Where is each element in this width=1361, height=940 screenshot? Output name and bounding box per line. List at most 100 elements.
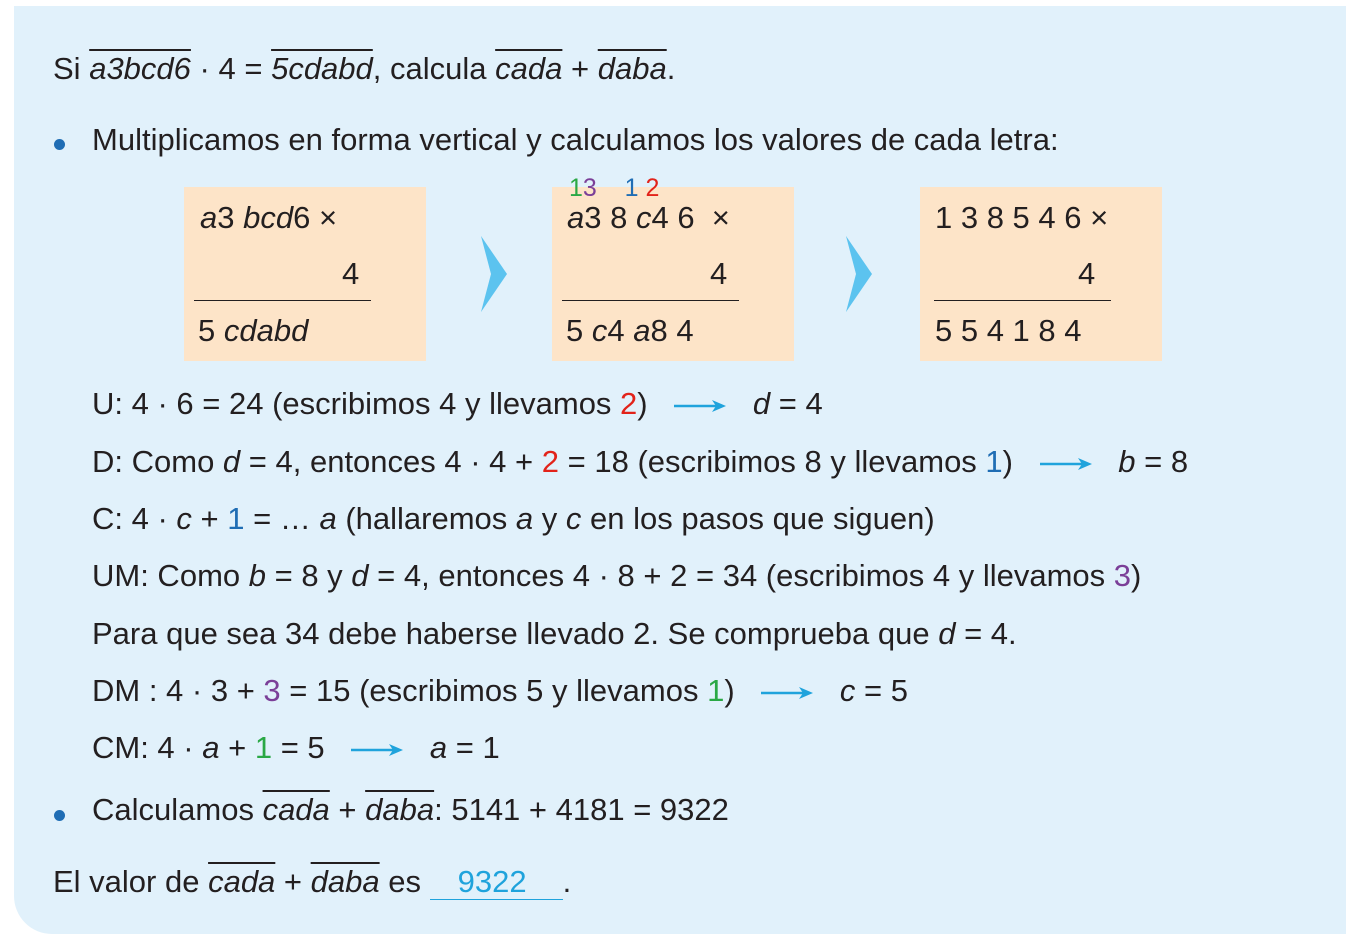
result-value: = 4 (770, 386, 823, 421)
box1-top-row: a3 bcd6 × (200, 200, 338, 235)
bullet2-label: Calculamos (92, 792, 263, 827)
result-var: d (752, 386, 771, 421)
carry-in: 1 (227, 501, 245, 536)
box2-multiplier: 4 (710, 256, 728, 291)
period: . (562, 864, 572, 899)
step-text: CM: 4 · (92, 730, 203, 765)
var: d (351, 558, 369, 593)
var: b (248, 558, 266, 593)
bullet-dot (54, 810, 65, 821)
carry-value: 2 (620, 386, 638, 421)
bullet-dot (54, 139, 65, 150)
var: c (565, 501, 582, 536)
box1-rule (194, 300, 371, 301)
step-text: en los pasos que siguen) (581, 501, 935, 536)
step-text: UM: Como (92, 558, 249, 593)
box2-rule (562, 300, 739, 301)
box2-carries: 13 1 2 (569, 175, 659, 201)
bullet-2-text: Calculamos cada + daba: 5141 + 4181 = 93… (92, 791, 729, 829)
step-text: = 5 (272, 730, 325, 765)
paren: ) (1002, 444, 1013, 479)
step-text: U: 4 · 6 = 24 (escribimos 4 y llevamos (92, 386, 621, 421)
result-var: b (1118, 444, 1136, 479)
term-cada: cada (208, 864, 276, 899)
box3-rule (934, 300, 1111, 301)
step-check: Para que sea 34 debe haberse llevado 2. … (92, 615, 1017, 653)
es-text: es (379, 864, 430, 899)
carry-in: 3 (263, 673, 281, 708)
chevron-right-icon (846, 236, 872, 312)
term-cada: cada (262, 792, 330, 827)
step-thousands: UM: Como b = 8 y d = 4, entonces 4 · 8 +… (92, 557, 1141, 595)
var: a (515, 501, 534, 536)
arrow-right-icon (1039, 457, 1092, 470)
carry-out: 1 (985, 444, 1003, 479)
box2-result-row: 5 c4 a8 4 (566, 313, 694, 348)
step-text: + (219, 730, 255, 765)
step-text: = 4. (955, 616, 1017, 651)
rhs-number: 5cdabd (271, 51, 373, 86)
arrow-right-icon (351, 743, 404, 756)
box3-top-row: 1 3 8 5 4 6 × (935, 200, 1109, 235)
var: a (319, 501, 337, 536)
step-text: Para que sea 34 debe haberse llevado 2. … (92, 616, 939, 651)
step-text: D: Como (92, 444, 223, 479)
result-var: c (839, 673, 856, 708)
term-daba: daba (310, 864, 380, 899)
calcula-text: , calcula (372, 51, 487, 86)
plus-sign: + (275, 864, 311, 899)
box3-multiplier: 4 (1078, 256, 1096, 291)
carry-out: 3 (1113, 558, 1132, 593)
step-hundred-thousands: CM: 4 · a + 1 = 5 a = 1 (92, 729, 500, 767)
step-text: y (533, 501, 566, 536)
term-daba: daba (597, 51, 667, 86)
problem-statement: Si a3bcd6 · 4 = 5cdabd, calcula cada + d… (53, 50, 675, 88)
carry-green: 1 (569, 174, 583, 202)
plus-sign: + (571, 51, 590, 86)
carry-blue: 1 (624, 174, 639, 202)
var: a (202, 730, 220, 765)
lhs-number: a3bcd6 (89, 51, 191, 86)
box1-result-row: 5 cdabd (198, 313, 309, 348)
carry-red: 2 (645, 174, 660, 202)
var: d (938, 616, 956, 651)
term-daba: daba (365, 792, 435, 827)
box3-result-row: 5 5 4 1 8 4 (935, 313, 1082, 348)
step-text: = 15 (escribimos 5 y llevamos (280, 673, 708, 708)
paren: ) (1131, 558, 1142, 593)
var: d (222, 444, 241, 479)
conclusion-label: El valor de (53, 864, 209, 899)
bullet-1-text: Multiplicamos en forma vertical y calcul… (92, 122, 1059, 157)
result-value: = 5 (855, 673, 908, 708)
period: . (666, 51, 676, 86)
step-tens: D: Como d = 4, entonces 4 · 4 + 2 = 18 (… (92, 443, 1188, 481)
step-text: = … (244, 501, 320, 536)
chevron-right-icon (481, 236, 507, 312)
problem-si: Si (53, 51, 81, 86)
result-var: a (429, 730, 448, 765)
step-text: = 8 y (266, 558, 352, 593)
result-value: = 1 (447, 730, 500, 765)
box2-top-row: a3 8 c4 6 × (567, 200, 730, 235)
step-text: DM : 4 · 3 + (92, 673, 264, 708)
carry-in: 2 (541, 444, 560, 479)
step-hundreds: C: 4 · c + 1 = … a (hallaremos a y c en … (92, 500, 935, 538)
term-cada: cada (495, 51, 563, 86)
step-text: = 4, entonces 4 · 4 + (240, 444, 542, 479)
box1-multiplier: 4 (342, 256, 360, 291)
plus-sign: + (329, 792, 366, 827)
paren: ) (637, 386, 648, 421)
step-text: = 18 (escribimos 8 y llevamos (559, 444, 986, 479)
var: c (176, 501, 192, 536)
carry-purple: 3 (582, 174, 597, 202)
carry-out: 1 (707, 673, 725, 708)
step-text: C: 4 · (92, 501, 177, 536)
times-four: · 4 = (199, 51, 263, 86)
step-text: + (191, 501, 228, 536)
step-units: U: 4 · 6 = 24 (escribimos 4 y llevamos 2… (92, 385, 823, 423)
conclusion: El valor de cada + daba es 9322. (53, 863, 571, 901)
paren: ) (724, 673, 735, 708)
answer-blank[interactable]: 9322 (429, 865, 563, 900)
step-ten-thousands: DM : 4 · 3 + 3 = 15 (escribimos 5 y llev… (92, 672, 908, 710)
arrow-right-icon (761, 686, 814, 699)
